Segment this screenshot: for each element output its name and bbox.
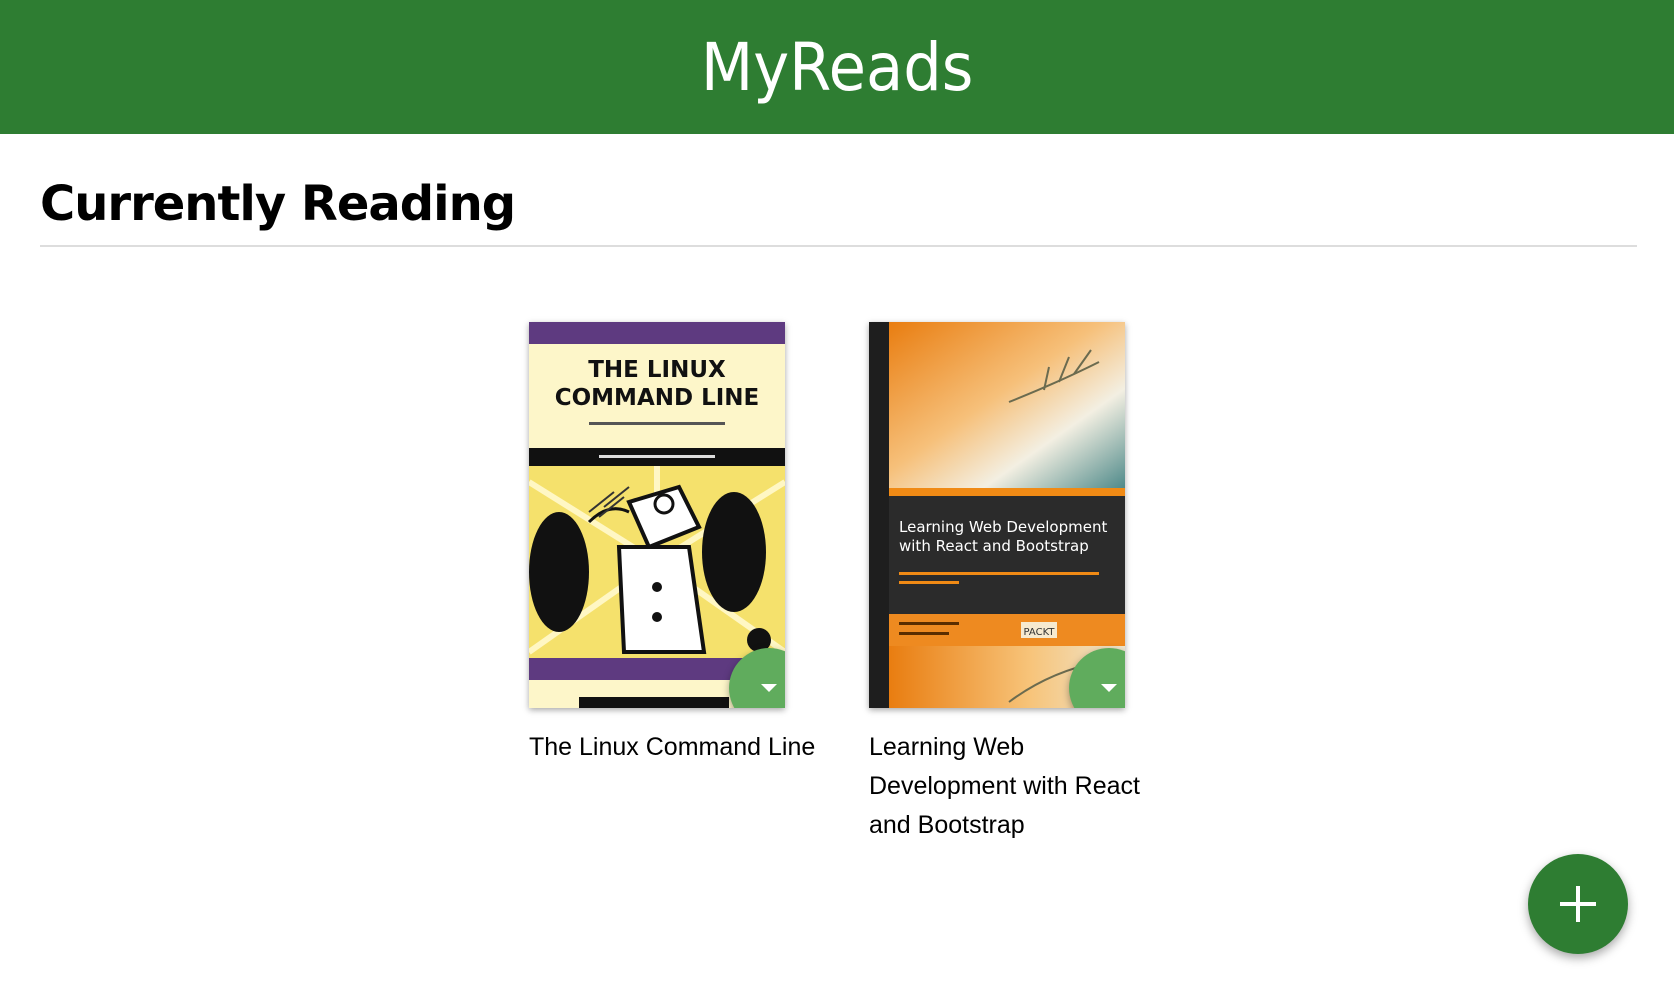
cover-publisher: PACKT [1024,627,1056,638]
add-book-button[interactable] [1528,854,1628,954]
book-title: The Linux Command Line [529,733,816,761]
shelf-title: Currently Reading [40,176,516,232]
book-cover-image: THE LINUX COMMAND LINE [529,322,785,708]
book-cover[interactable]: Learning Web Development with React and … [869,322,1125,708]
book-title: Learning Web Development with React and … [869,733,1140,839]
plus-icon [1560,886,1596,922]
app-title: MyReads [700,28,974,106]
cover-title-line1: Learning Web Development [899,518,1107,536]
cover-title-line2: COMMAND LINE [555,385,760,411]
cover-title-line2: with React and Bootstrap [899,537,1089,555]
book-cover-image: Learning Web Development with React and … [869,322,1125,708]
shelf-divider [40,245,1637,247]
book-cover[interactable]: THE LINUX COMMAND LINE [529,322,785,708]
caret-down-icon [1101,684,1117,692]
app-header: MyReads [0,0,1674,134]
caret-down-icon [761,684,777,692]
cover-title-line1: THE LINUX [588,357,726,383]
book-item: Learning Web Development with React and … [869,322,1140,845]
book-item: THE LINUX COMMAND LINE The Linux Command… [529,322,815,767]
